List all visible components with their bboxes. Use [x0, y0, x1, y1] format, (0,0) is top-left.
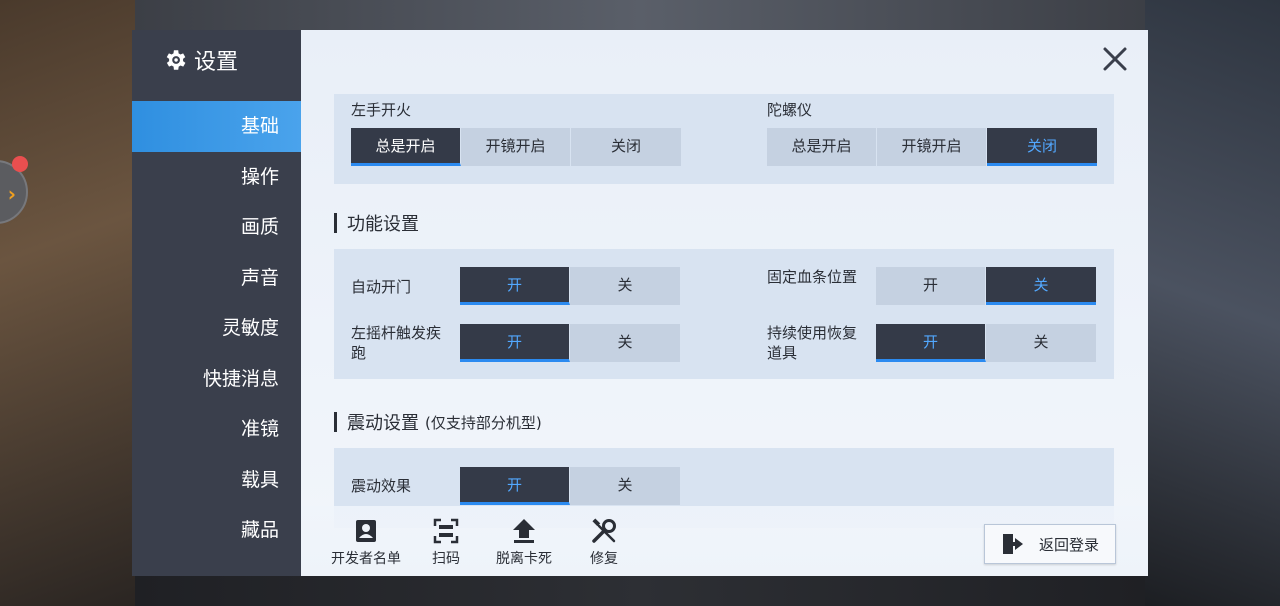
exit-door-icon: [1002, 534, 1023, 554]
close-icon[interactable]: [1100, 44, 1130, 74]
nav-item-vehicle[interactable]: 载具: [132, 455, 301, 506]
bottom-toolbar: 开发者名单 扫码 脱离卡死 修复 返回登录: [301, 506, 1148, 576]
function-settings-title: 功能设置: [334, 210, 419, 236]
fire-option-scope[interactable]: 开镜开启: [461, 128, 571, 166]
vibration-effect-label: 震动效果: [351, 477, 412, 495]
scan-button[interactable]: 扫码: [432, 518, 460, 568]
fixed-hp-toggle: 开 关: [876, 267, 1096, 305]
vibration-effect-toggle: 开 关: [460, 467, 680, 505]
vibration-settings-note: (仅支持部分机型): [425, 413, 542, 432]
back-to-login-button[interactable]: 返回登录: [984, 524, 1116, 564]
fixed-hp-label: 固定血条位置: [767, 268, 858, 286]
settings-content: 左手开火 总是开启 开镜开启 关闭 陀螺仪 总是开启 开镜开启 关闭 功能设置 …: [301, 30, 1148, 576]
fire-label: 左手开火: [351, 101, 412, 119]
auto-door-toggle: 开 关: [460, 267, 680, 305]
notification-dot: [12, 156, 28, 172]
nav-item-collection[interactable]: 藏品: [132, 505, 301, 556]
nav-item-graphics[interactable]: 画质: [132, 202, 301, 253]
nav-item-basic[interactable]: 基础: [132, 101, 301, 152]
background-right: [1145, 0, 1280, 606]
settings-title: 设置: [162, 44, 238, 76]
chevron-right-icon: ›: [7, 182, 16, 206]
nav-item-quick-message[interactable]: 快捷消息: [132, 354, 301, 405]
repair-label: 修复: [590, 551, 618, 567]
function-settings-card: 自动开门 开 关 固定血条位置 开 关 左摇杆触发疾跑 开 关 持续使用恢复道具…: [334, 249, 1114, 379]
auto-door-on[interactable]: 开: [460, 267, 570, 305]
settings-nav: 基础 操作 画质 声音 灵敏度 快捷消息 准镜 载具 藏品: [132, 101, 301, 556]
background-bottom: [135, 576, 1145, 606]
continuous-heal-on[interactable]: 开: [876, 324, 986, 362]
left-stick-sprint-toggle: 开 关: [460, 324, 680, 362]
fire-option-off[interactable]: 关闭: [571, 128, 681, 166]
developer-list-label: 开发者名单: [331, 551, 401, 567]
left-stick-sprint-on[interactable]: 开: [460, 324, 570, 362]
gyro-option-scope[interactable]: 开镜开启: [877, 128, 987, 166]
unstuck-label: 脱离卡死: [496, 551, 552, 567]
nav-item-sound[interactable]: 声音: [132, 253, 301, 304]
settings-title-label: 设置: [194, 50, 239, 75]
continuous-heal-toggle: 开 关: [876, 324, 1096, 362]
vibration-settings-label: 震动设置: [347, 413, 419, 434]
nav-item-scope[interactable]: 准镜: [132, 404, 301, 455]
gyro-option-always[interactable]: 总是开启: [767, 128, 877, 166]
scan-label: 扫码: [432, 551, 460, 567]
nav-item-controls[interactable]: 操作: [132, 152, 301, 203]
id-card-icon: [356, 520, 376, 542]
section-bar: [334, 213, 337, 233]
wrench-icon: [592, 518, 616, 543]
fire-mode-segment: 总是开启 开镜开启 关闭: [351, 128, 681, 166]
auto-door-off[interactable]: 关: [570, 267, 680, 305]
fixed-hp-on[interactable]: 开: [876, 267, 986, 305]
developer-list-button[interactable]: 开发者名单: [331, 518, 401, 568]
upload-arrow-icon: [513, 519, 535, 543]
back-to-login-label: 返回登录: [1038, 535, 1099, 554]
scan-icon: [433, 518, 459, 544]
repair-button[interactable]: 修复: [590, 518, 618, 568]
left-stick-sprint-off[interactable]: 关: [570, 324, 680, 362]
auto-door-label: 自动开门: [351, 278, 412, 296]
continuous-heal-off[interactable]: 关: [986, 324, 1096, 362]
fire-gyro-card: 左手开火 总是开启 开镜开启 关闭 陀螺仪 总是开启 开镜开启 关闭: [334, 94, 1114, 184]
settings-sidebar: 设置 基础 操作 画质 声音 灵敏度 快捷消息 准镜 载具 藏品: [132, 30, 301, 576]
settings-dialog: 设置 基础 操作 画质 声音 灵敏度 快捷消息 准镜 载具 藏品 左手开火 总是…: [132, 30, 1148, 576]
vibration-effect-off[interactable]: 关: [570, 467, 680, 505]
fire-option-always[interactable]: 总是开启: [351, 128, 461, 166]
background-top: [135, 0, 1145, 32]
fixed-hp-off[interactable]: 关: [986, 267, 1096, 305]
left-stick-sprint-label: 左摇杆触发疾跑: [351, 324, 442, 362]
vibration-settings-title: 震动设置 (仅支持部分机型): [334, 409, 542, 435]
vibration-effect-on[interactable]: 开: [460, 467, 570, 505]
nav-item-sensitivity[interactable]: 灵敏度: [132, 303, 301, 354]
gyro-label: 陀螺仪: [767, 101, 813, 119]
background-left: [0, 0, 135, 606]
section-bar: [334, 412, 337, 432]
continuous-heal-label: 持续使用恢复道具: [767, 324, 858, 362]
gyro-option-off[interactable]: 关闭: [987, 128, 1097, 166]
gyro-segment: 总是开启 开镜开启 关闭: [767, 128, 1097, 166]
function-settings-label: 功能设置: [347, 214, 419, 235]
gear-icon: [166, 50, 186, 70]
unstuck-button[interactable]: 脱离卡死: [496, 518, 552, 568]
